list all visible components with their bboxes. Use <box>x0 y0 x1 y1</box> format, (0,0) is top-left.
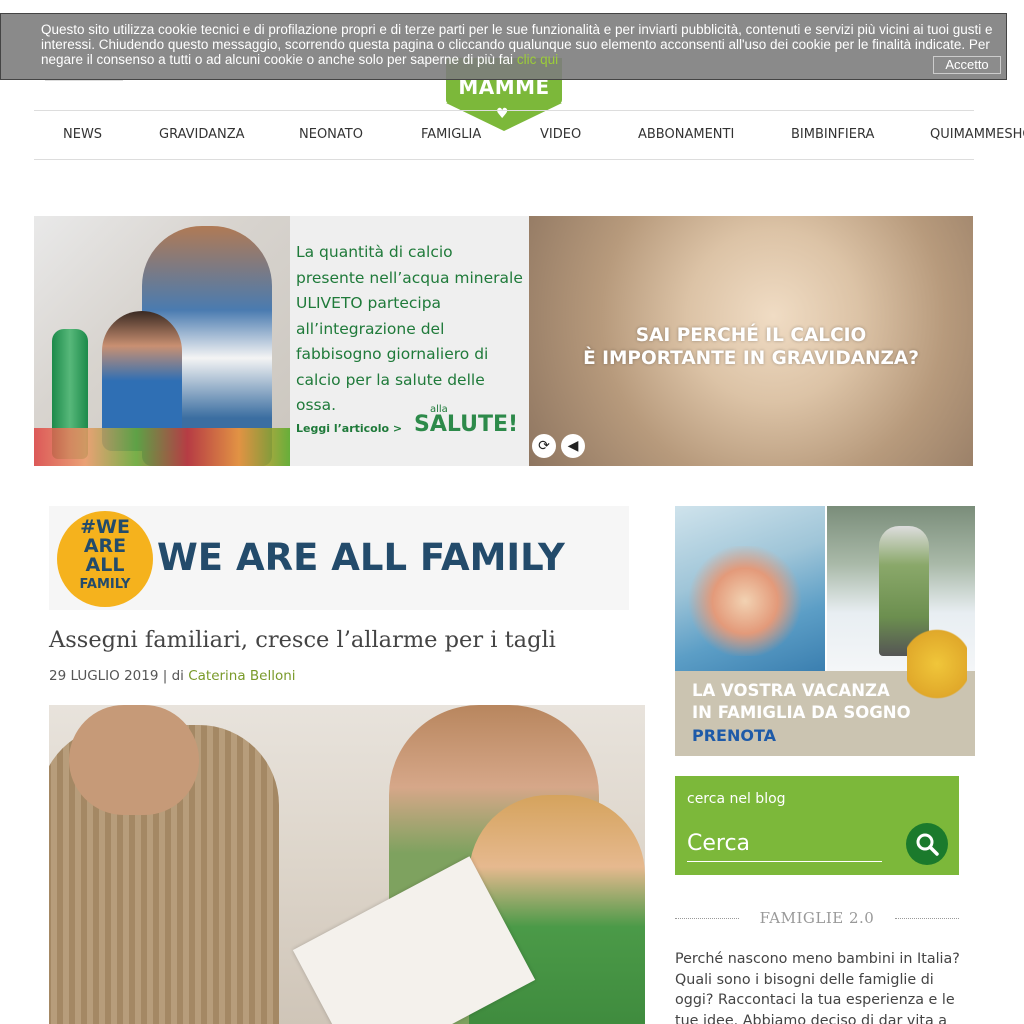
search-icon <box>916 833 939 856</box>
ad-headline: SAI PERCHÉ IL CALCIO È IMPORTANTE IN GRA… <box>529 324 973 370</box>
replay-icon[interactable]: ⟳ <box>532 434 556 458</box>
nav-item-neonato[interactable]: NEONATO <box>299 127 363 142</box>
ad-headline-line-1: SAI PERCHÉ IL CALCIO <box>635 325 867 346</box>
ad-headline-line-2: È IMPORTANTE IN GRAVIDANZA? <box>583 348 919 369</box>
badge-line: ALL <box>85 554 125 576</box>
article-photo <box>49 705 645 1024</box>
vacation-ad-line-1: LA VOSTRA VACANZA <box>692 681 890 700</box>
nav-item-news[interactable]: NEWS <box>63 127 102 142</box>
family-badge: #WE ARE ALL FAMILY <box>57 511 153 607</box>
section-divider-right <box>895 918 959 919</box>
search-label: cerca nel blog <box>687 791 786 807</box>
search-input[interactable] <box>687 826 882 862</box>
cookie-banner: Questo sito utilizza cookie tecnici e di… <box>0 13 1007 80</box>
ad-waterslide-photo <box>675 506 825 671</box>
header-divider <box>45 80 123 81</box>
prenota-button[interactable]: PRENOTA <box>692 726 776 745</box>
family-badge-text: #WE ARE ALL FAMILY <box>57 518 153 594</box>
nav-item-gravidanza[interactable]: GRAVIDANZA <box>159 127 245 142</box>
main-nav: NEWS GRAVIDANZA NEONATO FAMIGLIA VIDEO A… <box>34 110 1024 160</box>
ad-photo-vegetables <box>34 428 290 466</box>
nav-item-bimbinfiera[interactable]: BIMBINFIERA <box>791 127 874 142</box>
ad-family-photo <box>34 216 290 466</box>
we-are-all-family-banner[interactable]: #WE ARE ALL FAMILY WE ARE ALL FAMILY <box>49 506 629 610</box>
blog-search: cerca nel blog <box>675 776 959 875</box>
vacation-ad-headline: LA VOSTRA VACANZA IN FAMIGLIA DA SOGNO <box>692 680 911 724</box>
uliveto-ad-banner[interactable]: La quantità di calcio presente nell’acqu… <box>34 216 973 466</box>
article-byline-separator: | di <box>162 668 184 684</box>
famiglie-section-header: FAMIGLIE 2.0 <box>675 906 959 930</box>
cookie-accept-button[interactable]: Accetto <box>933 56 1001 74</box>
ad-body-text: La quantità di calcio presente nell’acqu… <box>296 243 523 414</box>
ad-brand-logo: SALUTE! <box>414 412 519 437</box>
vacation-ad[interactable]: LA VOSTRA VACANZA IN FAMIGLIA DA SOGNO P… <box>675 506 975 756</box>
vacation-ad-line-2: IN FAMIGLIA DA SOGNO <box>692 703 911 722</box>
ad-text-panel: La quantità di calcio presente nell’acqu… <box>290 216 529 466</box>
cookie-info-link[interactable]: clic qui <box>517 52 558 67</box>
search-button[interactable] <box>906 823 948 865</box>
audio-icon[interactable]: ◀ <box>561 434 585 458</box>
nav-item-video[interactable]: VIDEO <box>540 127 581 142</box>
famiglie-intro-text: Perché nascono meno bambini in Italia? Q… <box>675 951 960 1024</box>
ad-video-panel[interactable]: SAI PERCHÉ IL CALCIO È IMPORTANTE IN GRA… <box>529 216 973 466</box>
ad-read-more-link[interactable]: Leggi l’articolo > <box>296 422 402 435</box>
article-author-link[interactable]: Caterina Belloni <box>188 668 295 684</box>
cookie-text: Questo sito utilizza cookie tecnici e di… <box>41 22 1001 67</box>
nav-item-famiglia[interactable]: FAMIGLIA <box>421 127 481 142</box>
article-title[interactable]: Assegni familiari, cresce l’allarme per … <box>49 627 556 653</box>
badge-line: FAMILY <box>79 577 131 592</box>
nav-item-abbonamenti[interactable]: ABBONAMENTI <box>638 127 734 142</box>
nav-item-quimammeshop[interactable]: QUIMAMMESHO <box>930 127 1024 142</box>
mascot-illustration <box>907 624 967 724</box>
photo-man <box>49 705 279 1024</box>
article-meta: 29 LUGLIO 2019 | di Caterina Belloni <box>49 668 296 684</box>
article-date: 29 LUGLIO 2019 <box>49 668 159 684</box>
family-banner-title: WE ARE ALL FAMILY <box>157 536 565 579</box>
